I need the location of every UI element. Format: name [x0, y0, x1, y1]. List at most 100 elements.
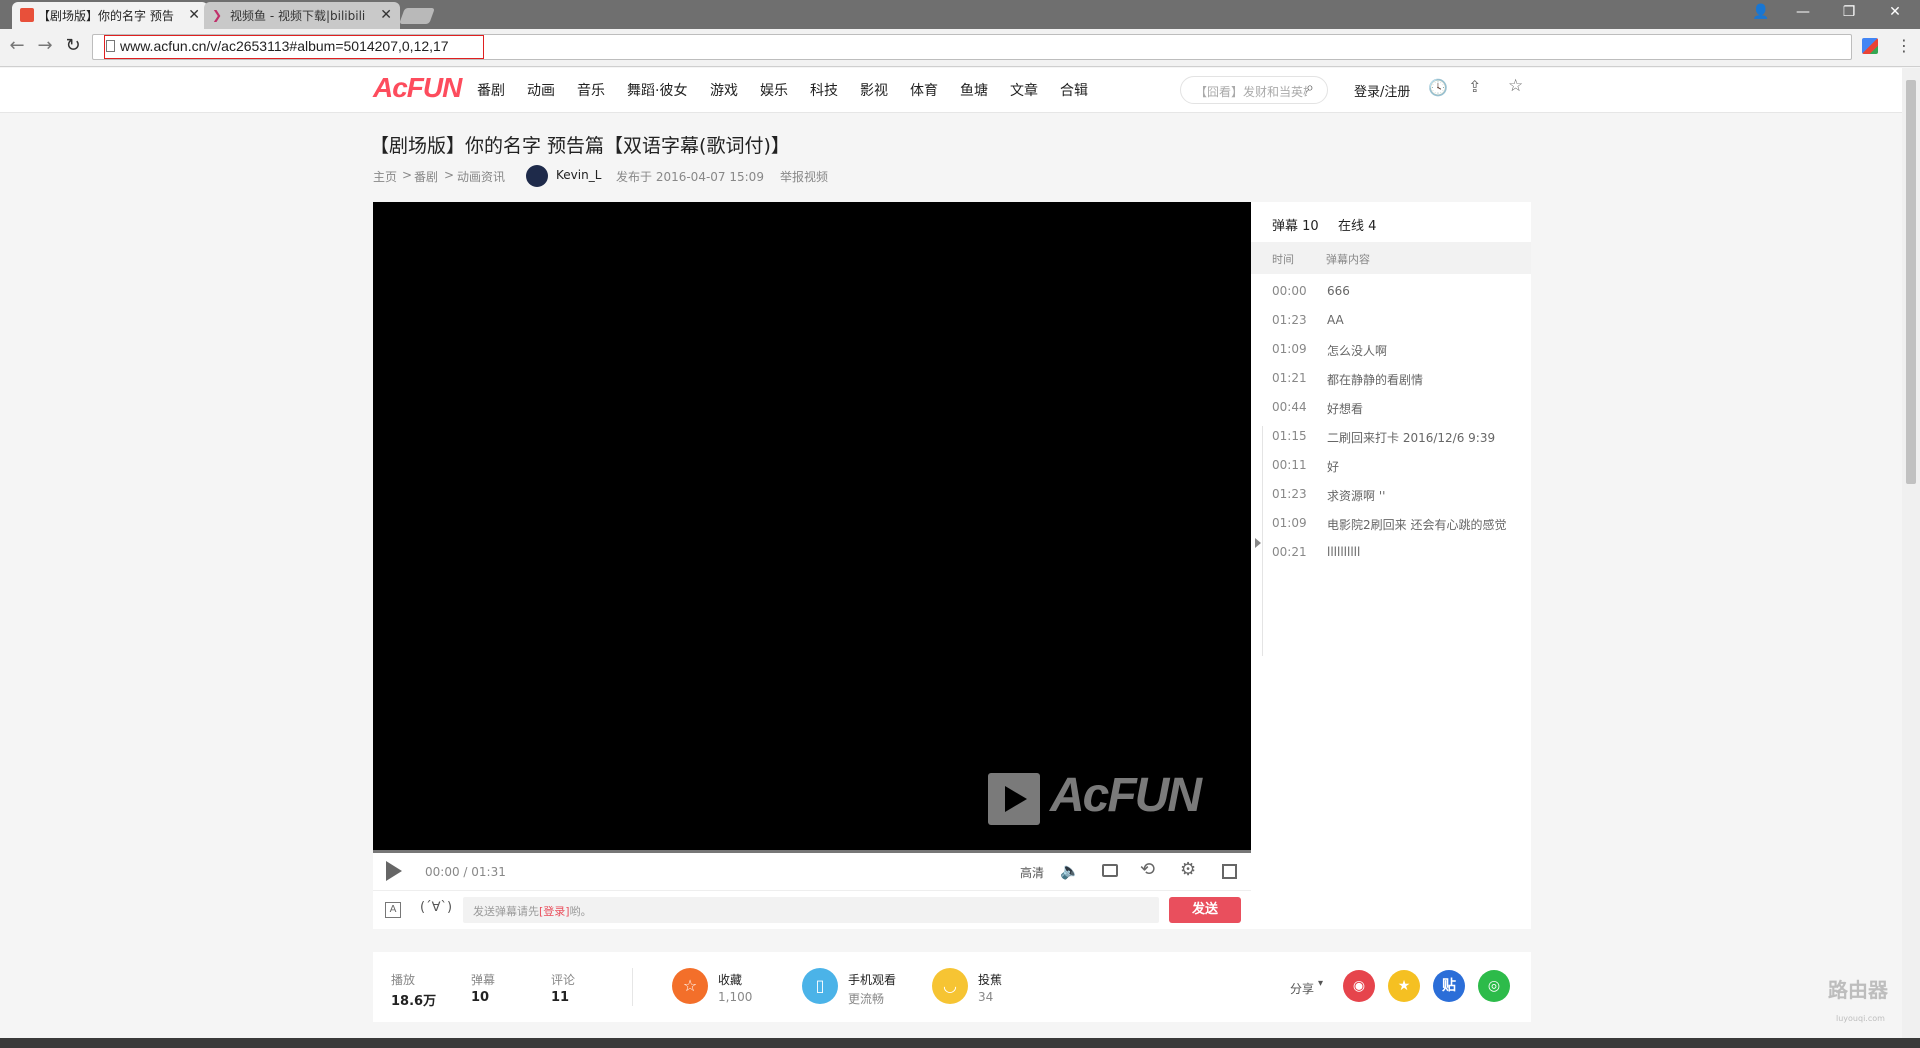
- favorite-star-icon[interactable]: ☆: [1508, 76, 1523, 96]
- nav-item[interactable]: 娱乐: [760, 80, 788, 100]
- nav-item[interactable]: 动画: [527, 80, 555, 100]
- acfun-logo[interactable]: AcFUN: [373, 72, 462, 104]
- report-link[interactable]: 举报视频: [780, 168, 828, 185]
- profile-icon[interactable]: 👤: [1738, 0, 1784, 26]
- online-count: 在线 4: [1338, 219, 1377, 234]
- danmaku-row-time[interactable]: 01:23: [1272, 313, 1307, 327]
- danmaku-toggle-icon[interactable]: [1102, 864, 1118, 877]
- danmaku-row-text[interactable]: 都在静静的看剧情: [1327, 371, 1423, 388]
- restore-button[interactable]: ❐: [1826, 0, 1872, 26]
- play-icon[interactable]: [386, 861, 402, 881]
- mobile-label[interactable]: 手机观看: [848, 971, 896, 988]
- banana-label[interactable]: 投蕉: [978, 971, 1002, 988]
- upload-icon[interactable]: ⇪: [1468, 77, 1481, 96]
- page-icon: [106, 40, 115, 52]
- danmaku-placeholder: 发送弹幕请先[登录]哟。: [473, 905, 592, 918]
- nav-item[interactable]: 文章: [1010, 80, 1038, 100]
- avatar[interactable]: [526, 165, 548, 187]
- qzone-star-icon[interactable]: ★: [1388, 970, 1420, 1002]
- weibo-icon[interactable]: ◉: [1343, 970, 1375, 1002]
- danmaku-row-text[interactable]: 好想看: [1327, 400, 1363, 417]
- nav-item[interactable]: 影视: [860, 80, 888, 100]
- breadcrumb-anime-news[interactable]: 动画资讯: [457, 168, 505, 185]
- nav-item[interactable]: 番剧: [477, 80, 505, 100]
- url-text[interactable]: www.acfun.cn/v/ac2653113#album=5014207,0…: [120, 38, 449, 54]
- nav-item[interactable]: 体育: [910, 80, 938, 100]
- nav-item[interactable]: 科技: [810, 80, 838, 100]
- danmaku-row-text[interactable]: 好: [1327, 458, 1339, 475]
- favorite-star-icon[interactable]: ☆: [672, 968, 708, 1004]
- history-icon[interactable]: 🕓: [1428, 78, 1448, 97]
- banana-icon[interactable]: ◡: [932, 968, 968, 1004]
- tab-title: 视频鱼 - 视频下载|bilibili: [230, 9, 366, 23]
- search-placeholder: 【囧看】发财和当英雄: [1195, 85, 1307, 99]
- mobile-phone-icon[interactable]: ▯: [802, 968, 838, 1004]
- font-style-icon[interactable]: A: [385, 902, 401, 918]
- menu-icon[interactable]: ⋮: [1896, 36, 1912, 55]
- send-button[interactable]: 发送: [1169, 897, 1241, 923]
- forward-icon[interactable]: →: [34, 35, 56, 57]
- nav-item[interactable]: 音乐: [577, 80, 605, 100]
- danmaku-row-text[interactable]: llllllllll: [1327, 545, 1360, 559]
- danmaku-row-time[interactable]: 00:11: [1272, 458, 1307, 472]
- breadcrumb-separator: >: [402, 168, 413, 182]
- danmaku-row-time[interactable]: 00:21: [1272, 545, 1307, 559]
- wechat-moments-icon[interactable]: ◎: [1478, 970, 1510, 1002]
- quality-button[interactable]: 高清: [1020, 864, 1044, 881]
- settings-gear-icon[interactable]: ⚙: [1180, 859, 1196, 880]
- panel-collapse-handle[interactable]: [1253, 426, 1263, 656]
- close-window-button[interactable]: ✕: [1872, 0, 1918, 26]
- loop-icon[interactable]: ⟲: [1140, 859, 1155, 880]
- nav-item[interactable]: 舞蹈·彼女: [627, 80, 687, 100]
- play-favicon-icon: ❯: [212, 8, 223, 22]
- uploader-name[interactable]: Kevin_L: [556, 168, 601, 182]
- new-tab-button[interactable]: [399, 8, 435, 24]
- fullscreen-icon[interactable]: [1222, 864, 1237, 879]
- breadcrumb-bangumi[interactable]: 番剧: [414, 168, 438, 185]
- danmaku-row-text[interactable]: 怎么没人啊: [1327, 342, 1387, 359]
- fav-label[interactable]: 收藏: [718, 971, 742, 988]
- danmaku-row-text[interactable]: 二刷回来打卡 2016/12/6 9:39: [1327, 429, 1495, 446]
- breadcrumb-separator: >: [444, 168, 455, 182]
- extension-icon[interactable]: [1862, 38, 1878, 54]
- danmaku-row-time[interactable]: 01:09: [1272, 516, 1307, 530]
- fav-value: 1,100: [718, 990, 753, 1004]
- share-label[interactable]: 分享: [1290, 980, 1314, 997]
- search-icon[interactable]: ⌕: [1306, 80, 1314, 96]
- browser-tab-active[interactable]: 【剧场版】你的名字 预告 ✕: [12, 2, 208, 29]
- corner-watermark-sub: luyouqi.com: [1836, 1014, 1885, 1023]
- close-tab-icon[interactable]: ✕: [188, 7, 200, 23]
- collapse-arrow-icon: [1255, 538, 1261, 548]
- danmaku-row-time[interactable]: 01:15: [1272, 429, 1307, 443]
- nav-item[interactable]: 合辑: [1060, 80, 1088, 100]
- browser-tab[interactable]: ❯ 视频鱼 - 视频下载|bilibili ✕: [204, 2, 400, 29]
- taskbar-strip: [0, 1038, 1920, 1048]
- danmaku-row-time[interactable]: 00:00: [1272, 284, 1307, 298]
- volume-icon[interactable]: 🔈: [1060, 861, 1080, 880]
- danmaku-row-time[interactable]: 01:23: [1272, 487, 1307, 501]
- minimize-button[interactable]: —: [1780, 0, 1826, 26]
- emoticon-button[interactable]: (´∀`): [420, 900, 452, 915]
- breadcrumb-home[interactable]: 主页: [373, 168, 397, 185]
- danmaku-row-text[interactable]: 电影院2刷回来 还会有心跳的感觉: [1327, 516, 1506, 533]
- danmaku-row-text[interactable]: 求资源啊 '': [1327, 487, 1385, 504]
- scrollbar-thumb[interactable]: [1906, 80, 1916, 484]
- nav-item[interactable]: 鱼塘: [960, 80, 988, 100]
- close-tab-icon[interactable]: ✕: [380, 7, 392, 23]
- share-caret-icon[interactable]: ▾: [1318, 978, 1323, 989]
- back-icon[interactable]: ←: [6, 35, 28, 57]
- login-link[interactable]: 登录/注册: [1354, 81, 1410, 100]
- nav-item[interactable]: 游戏: [710, 80, 738, 100]
- danmaku-row-time[interactable]: 00:44: [1272, 400, 1307, 414]
- video-player[interactable]: [373, 202, 1251, 852]
- tieba-icon[interactable]: 贴: [1433, 970, 1465, 1002]
- reload-icon[interactable]: ↻: [62, 35, 84, 57]
- player-watermark: AcFUN: [1050, 769, 1202, 822]
- danmaku-row-text[interactable]: AA: [1327, 313, 1344, 327]
- danmaku-row-text[interactable]: 666: [1327, 284, 1350, 298]
- mobile-sub: 更流畅: [848, 992, 885, 1006]
- danmaku-row-time[interactable]: 01:21: [1272, 371, 1307, 385]
- danmaku-list-panel: [1251, 202, 1531, 929]
- tieba-label: 贴: [1442, 978, 1456, 994]
- danmaku-row-time[interactable]: 01:09: [1272, 342, 1307, 356]
